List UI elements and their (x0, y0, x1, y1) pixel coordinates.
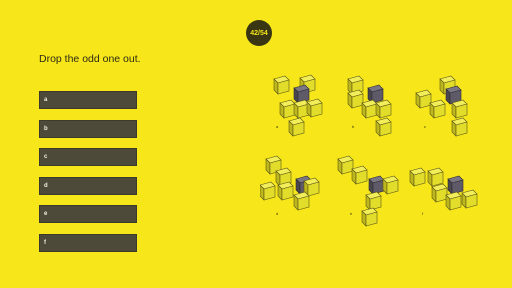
figure-f-label: f (422, 211, 424, 216)
question-text: Drop the odd one out. (39, 53, 141, 65)
figure-c-label: c (424, 124, 426, 129)
figure-a-label: a (276, 124, 279, 129)
figure-b-label: b (352, 124, 355, 129)
option-a-button[interactable]: a (39, 91, 137, 109)
question-counter: 42/54 (246, 20, 272, 46)
figure-e-label: e (350, 211, 353, 216)
answer-options: a b c d e f (39, 91, 137, 263)
figure-b: b (347, 75, 392, 137)
figure-d-label: d (276, 211, 278, 216)
cube-figures: a b c d e f (260, 74, 478, 227)
option-c-button[interactable]: c (39, 148, 137, 167)
option-e-button[interactable]: e (39, 205, 137, 224)
figure-a: a (273, 74, 323, 137)
option-d-button[interactable]: d (39, 176, 137, 195)
option-f-button[interactable]: f (39, 233, 137, 252)
figure-d: d (260, 155, 320, 216)
figure-f: f (409, 167, 478, 216)
option-b-button[interactable]: b (39, 119, 137, 138)
figure-e: e (337, 155, 399, 227)
figure-c: c (415, 75, 468, 137)
